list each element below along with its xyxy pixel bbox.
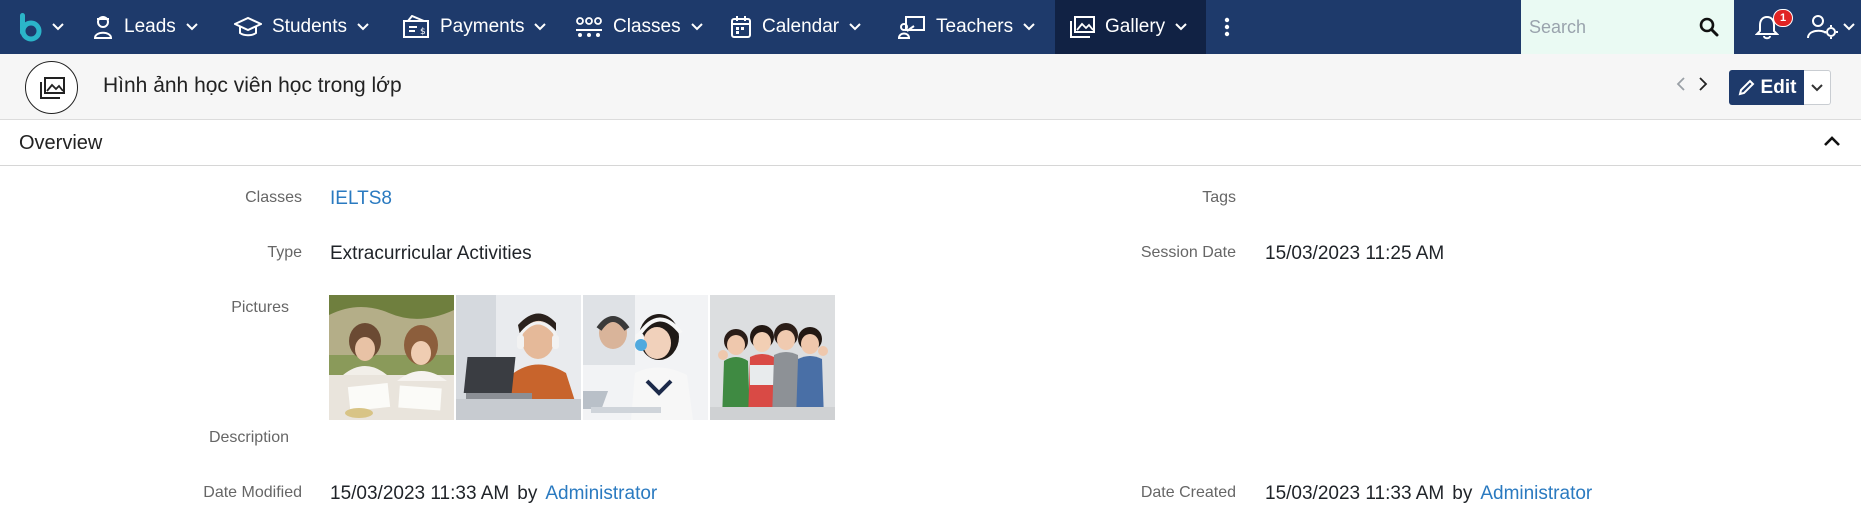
field-value-session-date: 15/03/2023 11:25 AM [1265, 243, 1445, 264]
brand-menu[interactable] [0, 0, 78, 54]
photo-two-girls-studying[interactable] [329, 295, 454, 420]
field-label-session-date: Session Date [1140, 244, 1236, 261]
chevron-up-icon[interactable] [1823, 135, 1841, 147]
chevron-down-icon [1023, 23, 1035, 31]
class-group-icon [576, 17, 602, 37]
user-settings-icon [1806, 15, 1838, 39]
field-label-classes: Classes [245, 189, 302, 206]
lead-person-icon [93, 16, 113, 39]
payment-invoice-icon: $ [403, 15, 429, 38]
record-module-icon [25, 61, 78, 114]
field-value-classes-link[interactable]: IELTS8 [330, 188, 392, 210]
panel-title: Overview [19, 132, 103, 154]
edit-button-label: Edit [1760, 76, 1797, 98]
nav-item-teachers[interactable]: Teachers [884, 0, 1055, 54]
global-search [1521, 0, 1734, 54]
field-label-pictures: Pictures [231, 299, 289, 316]
nav-item-payments[interactable]: $ Payments [388, 0, 561, 54]
nav-item-gallery[interactable]: Gallery [1055, 0, 1206, 54]
date-modified-user-link[interactable]: Administrator [545, 483, 657, 504]
overview-panel-header[interactable]: Overview [0, 121, 1861, 166]
top-navbar: Leads Students $ Payments Classes Calend… [0, 0, 1861, 54]
edit-actions-dropdown[interactable] [1804, 70, 1831, 105]
vertical-dots-icon [1224, 17, 1230, 37]
chevron-down-icon [849, 23, 861, 31]
chevron-down-icon [534, 23, 547, 31]
nav-item-label: Calendar [762, 16, 840, 37]
pencil-icon [1738, 79, 1754, 95]
field-label-type: Type [267, 244, 302, 261]
photo-group-of-children[interactable] [710, 295, 835, 420]
user-settings-menu[interactable] [1800, 0, 1861, 54]
previous-record-icon[interactable] [1675, 76, 1687, 92]
field-value-type: Extracurricular Activities [330, 243, 532, 264]
field-label-description: Description [208, 429, 289, 446]
chevron-down-icon [52, 23, 64, 31]
search-icon[interactable] [1699, 17, 1719, 37]
nav-item-label: Gallery [1105, 16, 1166, 37]
page-title: Hình ảnh học viên học trong lớp [103, 74, 402, 97]
date-created-timestamp: 15/03/2023 11:33 AM [1265, 483, 1445, 504]
field-label-tags: Tags [1202, 189, 1236, 206]
by-text: by [517, 483, 538, 504]
chevron-down-icon [690, 23, 703, 31]
gallery-images-icon [39, 76, 65, 99]
photo-student-headphones-laptop[interactable] [456, 295, 581, 420]
field-value-date-created: 15/03/2023 11:33 AM by Administrator [1265, 483, 1592, 505]
nav-item-label: Leads [124, 16, 176, 37]
notification-count-badge: 1 [1773, 9, 1793, 27]
more-menu-button[interactable] [1206, 0, 1248, 54]
date-created-user-link[interactable]: Administrator [1480, 483, 1592, 504]
pictures-gallery [329, 295, 835, 420]
navbar-spacer [1248, 0, 1521, 54]
nav-item-calendar[interactable]: Calendar [716, 0, 884, 54]
field-value-date-modified: 15/03/2023 11:33 AM by Administrator [330, 483, 657, 505]
field-label-date-modified: Date Modified [203, 484, 302, 501]
field-label-date-created: Date Created [1140, 484, 1236, 501]
gallery-images-icon [1070, 16, 1095, 38]
nav-item-label: Students [272, 16, 347, 37]
by-text: by [1452, 483, 1473, 504]
nav-item-label: Teachers [936, 16, 1014, 37]
date-modified-timestamp: 15/03/2023 11:33 AM [330, 483, 510, 504]
next-record-icon[interactable] [1697, 76, 1709, 92]
nav-item-label: Classes [613, 16, 681, 37]
nav-item-classes[interactable]: Classes [561, 0, 716, 54]
svg-text:$: $ [420, 27, 426, 37]
brand-logo-icon [20, 13, 42, 42]
photo-girl-headphones-computer[interactable] [583, 295, 708, 420]
nav-item-students[interactable]: Students [220, 0, 388, 54]
chevron-down-icon [1811, 83, 1823, 91]
notifications-button[interactable]: 1 [1734, 0, 1800, 54]
graduation-cap-icon [234, 16, 262, 37]
nav-item-label: Payments [440, 16, 525, 37]
search-input[interactable] [1529, 16, 1699, 38]
teacher-board-icon [898, 16, 925, 39]
nav-item-leads[interactable]: Leads [78, 0, 220, 54]
chevron-down-icon [186, 23, 198, 31]
chevron-down-icon [1842, 23, 1855, 31]
chevron-down-icon [357, 23, 369, 31]
record-header: Hình ảnh học viên học trong lớp Edit [0, 54, 1861, 120]
chevron-down-icon [1175, 23, 1187, 31]
edit-button[interactable]: Edit [1729, 70, 1804, 105]
calendar-icon [731, 16, 751, 38]
